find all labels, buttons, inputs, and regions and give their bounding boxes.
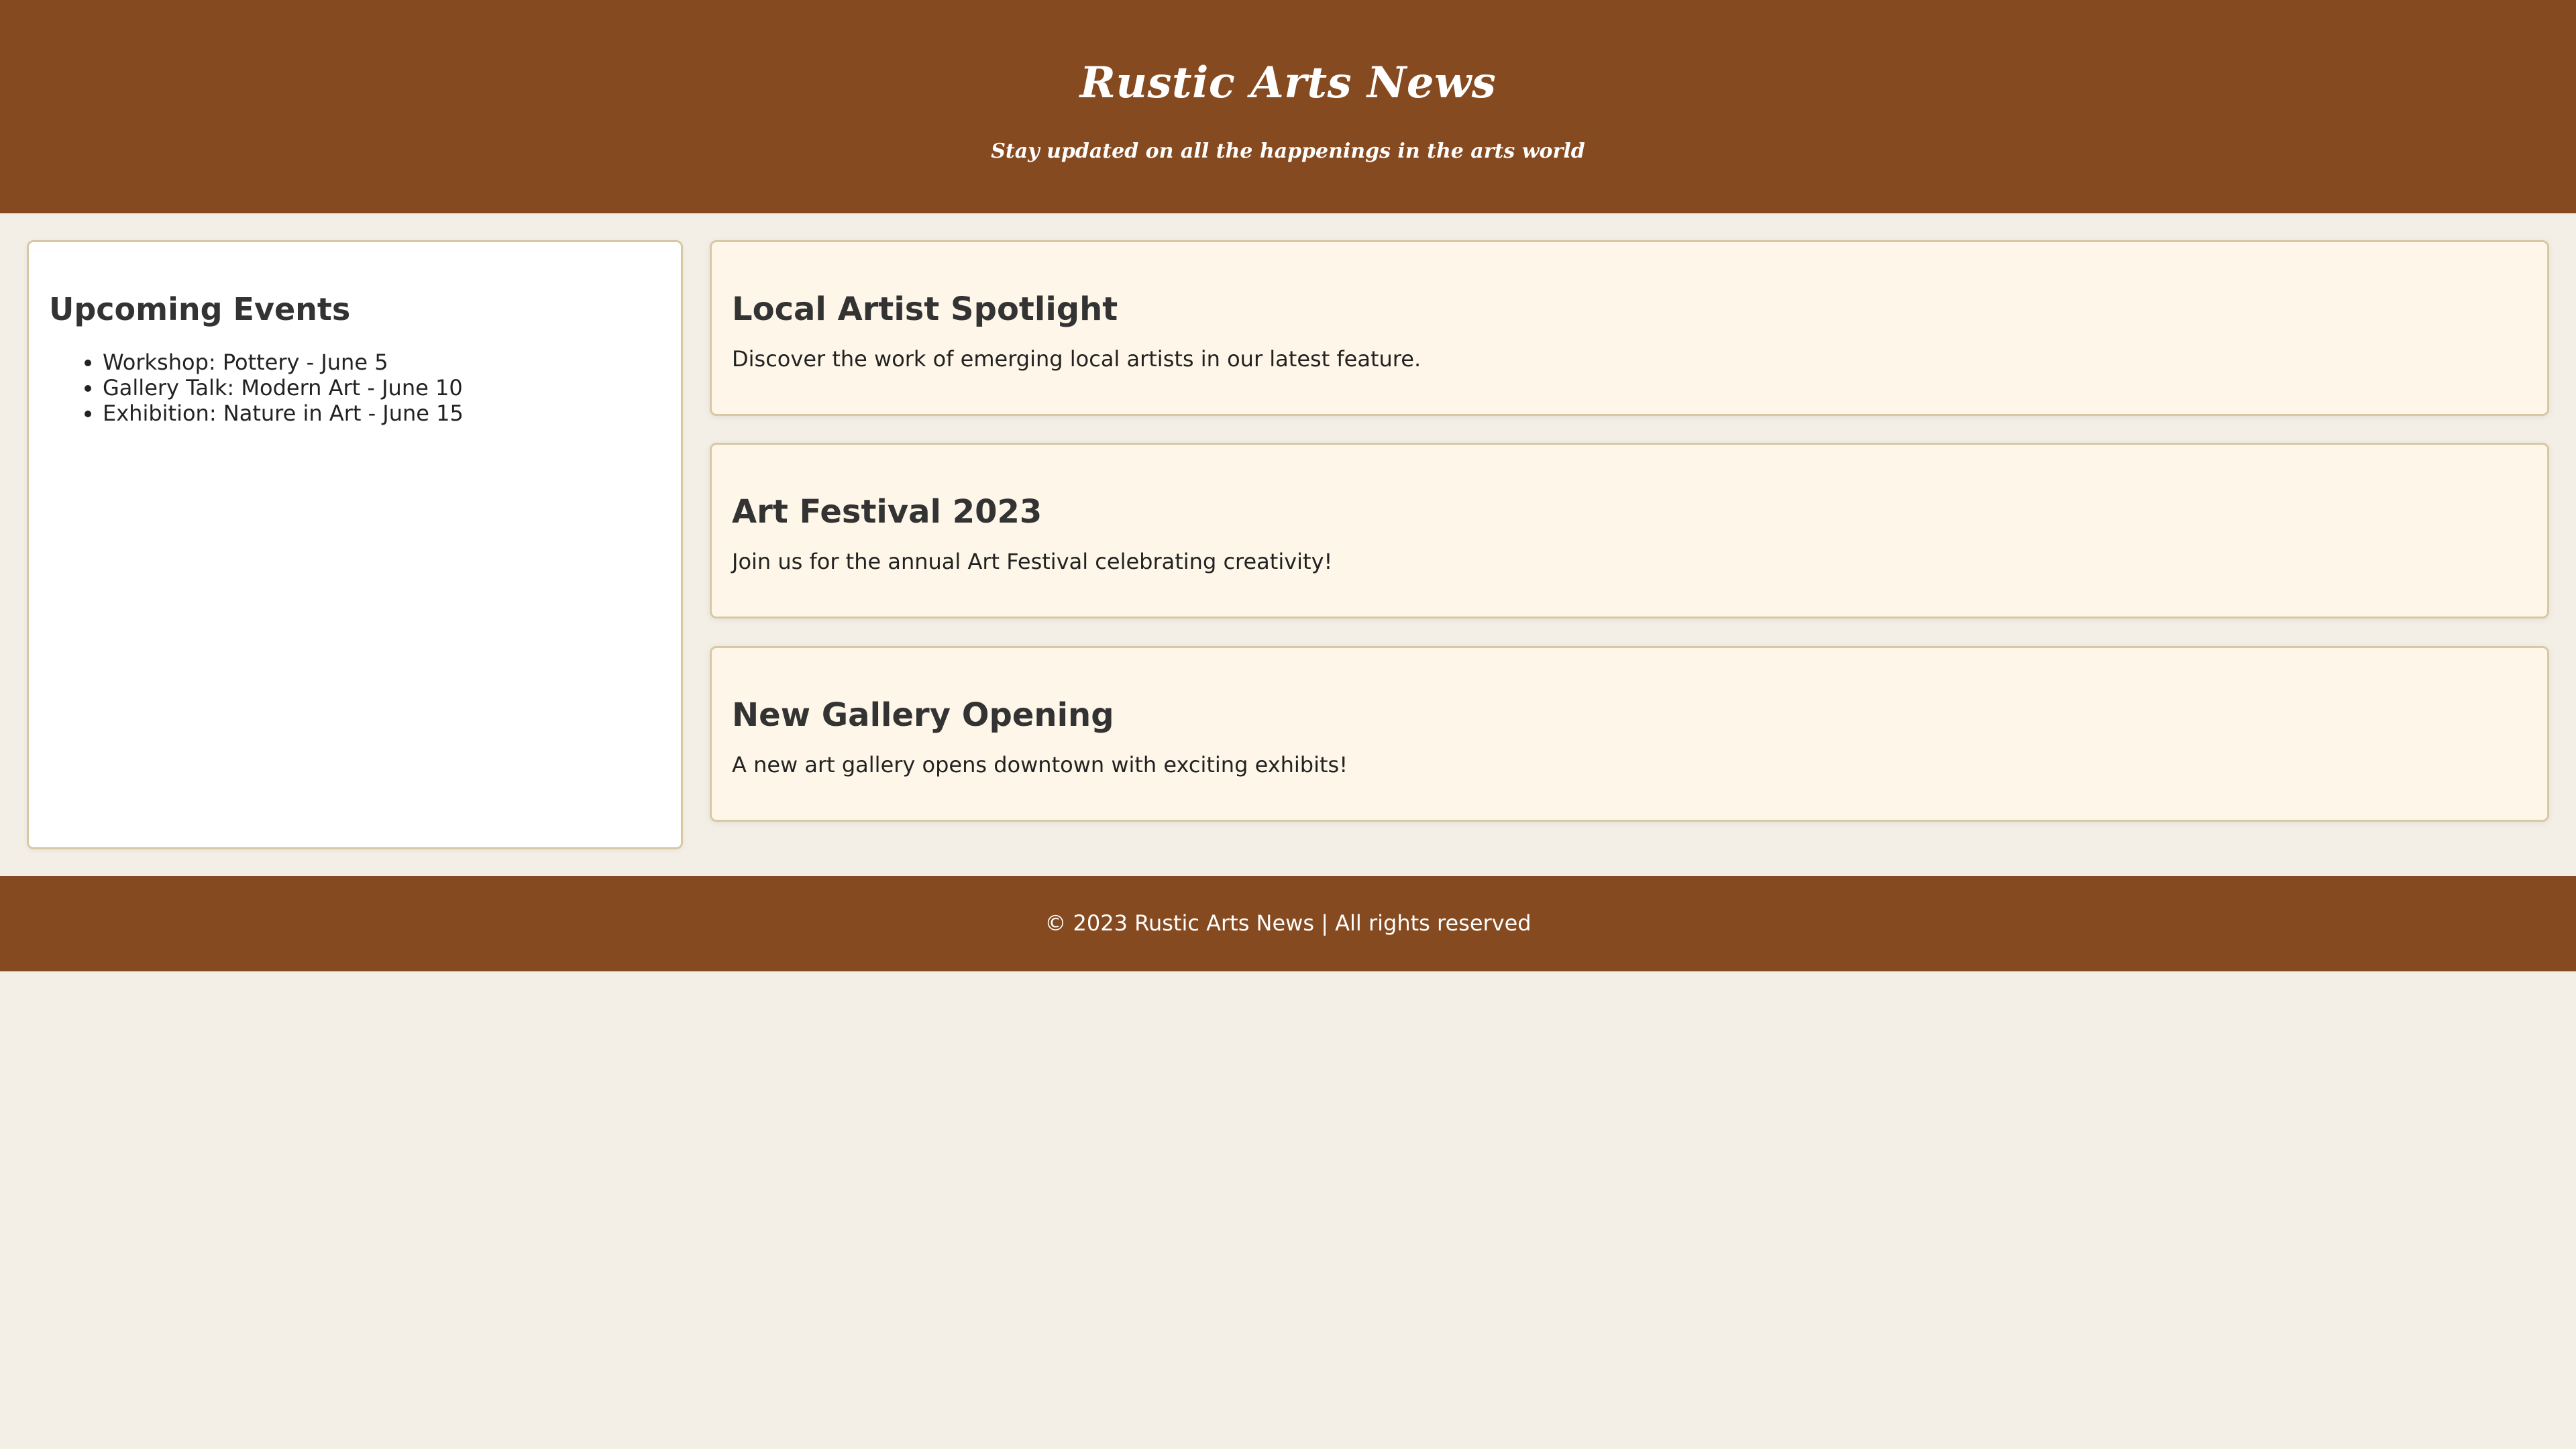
article-title: New Gallery Opening bbox=[732, 696, 1114, 734]
upcoming-events-sidebar: Upcoming Events Workshop: Pottery - June… bbox=[27, 240, 683, 849]
page: Rustic Arts News Stay updated on all the… bbox=[0, 0, 2576, 1449]
article-card-local-artist-spotlight: Local Artist Spotlight Discover the work… bbox=[710, 240, 2549, 416]
events-list: Workshop: Pottery - June 5 Gallery Talk:… bbox=[49, 350, 661, 426]
event-item: Workshop: Pottery - June 5 bbox=[103, 350, 661, 375]
article-card-art-festival: Art Festival 2023 Join us for the annual… bbox=[710, 443, 2549, 619]
site-footer: © 2023 Rustic Arts News | All rights res… bbox=[0, 876, 2576, 971]
site-header: Rustic Arts News Stay updated on all the… bbox=[0, 0, 2576, 213]
article-title: Local Artist Spotlight bbox=[732, 290, 1118, 328]
article-body: Discover the work of emerging local arti… bbox=[732, 346, 1421, 372]
event-item: Gallery Talk: Modern Art - June 10 bbox=[103, 375, 661, 400]
sidebar-title: Upcoming Events bbox=[49, 291, 351, 327]
site-tagline: Stay updated on all the happenings in th… bbox=[991, 140, 1585, 163]
site-title: Rustic Arts News bbox=[1079, 58, 1497, 108]
article-body: Join us for the annual Art Festival cele… bbox=[732, 549, 1333, 574]
article-card-new-gallery-opening: New Gallery Opening A new art gallery op… bbox=[710, 646, 2549, 822]
event-item: Exhibition: Nature in Art - June 15 bbox=[103, 400, 661, 426]
article-body: A new art gallery opens downtown with ex… bbox=[732, 752, 1348, 777]
article-title: Art Festival 2023 bbox=[732, 493, 1042, 531]
footer-text: © 2023 Rustic Arts News | All rights res… bbox=[1044, 910, 1532, 936]
